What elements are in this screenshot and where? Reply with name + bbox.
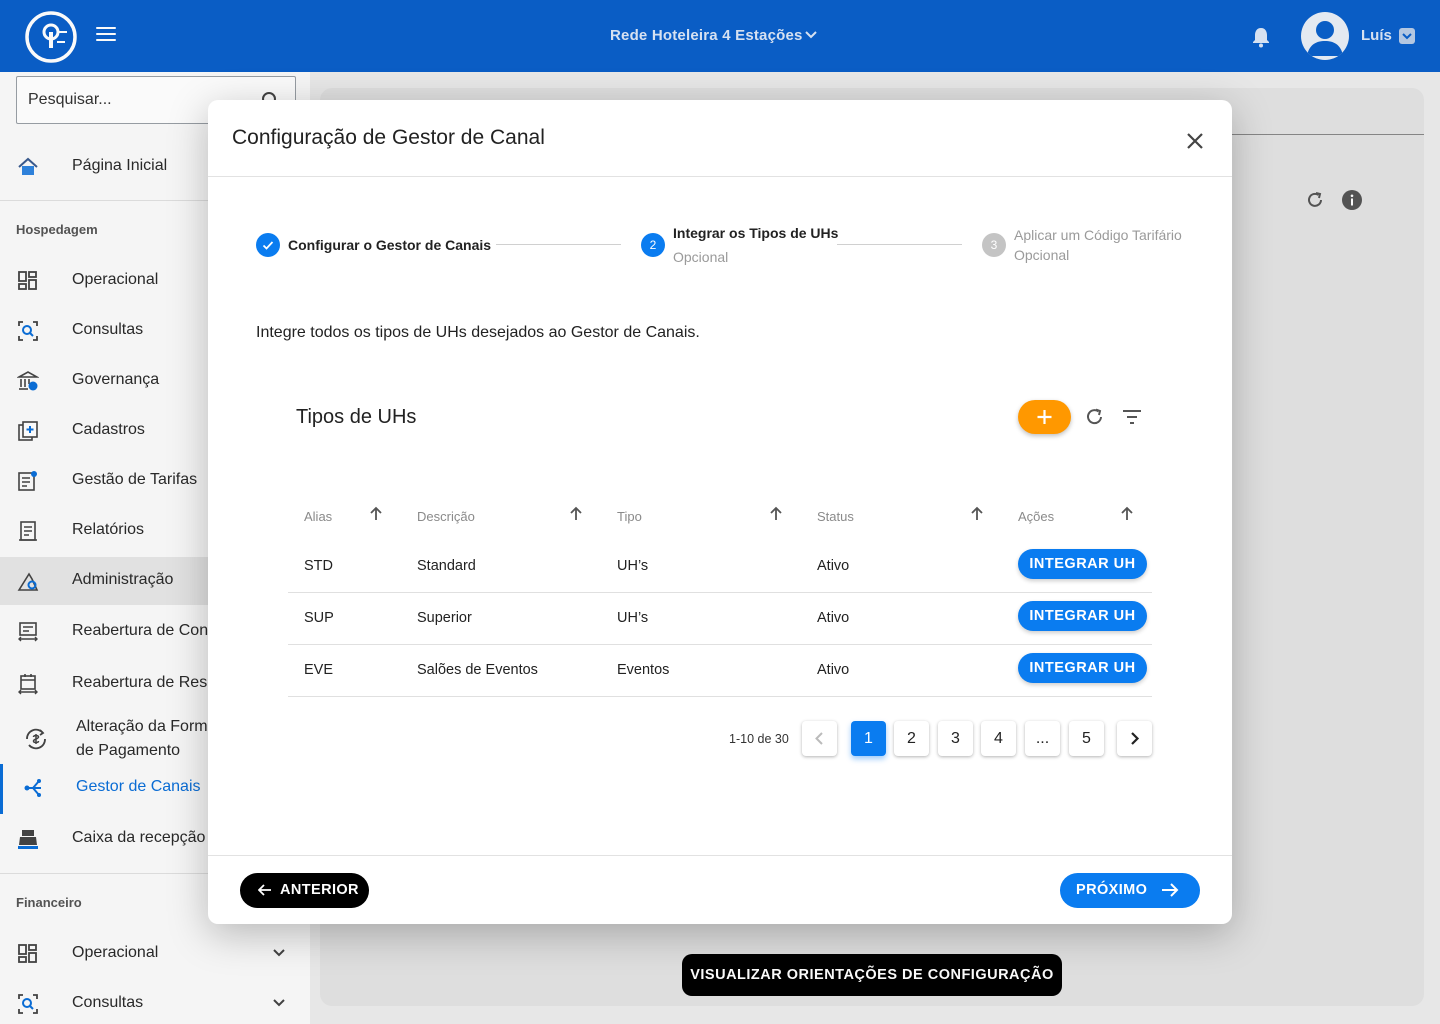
cell-alias: STD xyxy=(304,558,333,574)
previous-button[interactable]: ANTERIOR xyxy=(240,873,369,908)
pagination-next-button[interactable] xyxy=(1117,721,1152,756)
cell-tipo: UH’s xyxy=(617,558,649,574)
step-1-label: Configurar o Gestor de Canais xyxy=(288,237,492,253)
integrate-uh-button[interactable]: INTEGRAR UH xyxy=(1018,601,1147,631)
table-title: Tipos de UHs xyxy=(296,406,417,428)
cell-descricao: Standard xyxy=(417,558,476,574)
step-2-sublabel: Opcional xyxy=(673,249,729,265)
divider xyxy=(208,855,1232,856)
step-3-label: Aplicar um Código Tarifário xyxy=(1014,227,1182,243)
cell-descricao: Superior xyxy=(417,610,472,626)
table-row: EVE Salões de Eventos Eventos Ativo INTE… xyxy=(288,645,1152,697)
pagination-page-1[interactable]: 1 xyxy=(851,721,886,756)
pagination-prev-button[interactable] xyxy=(802,721,837,756)
refresh-icon[interactable] xyxy=(1084,406,1106,428)
cell-tipo: UH’s xyxy=(617,610,649,626)
divider xyxy=(208,176,1232,177)
pagination-info: 1-10 de 30 xyxy=(729,732,789,746)
dialog-title: Configuração de Gestor de Canal xyxy=(232,126,545,149)
chevron-left-icon xyxy=(815,732,823,745)
table-row: SUP Superior UH’s Ativo INTEGRAR UH xyxy=(288,593,1152,645)
cell-status: Ativo xyxy=(817,610,850,626)
plus-icon xyxy=(1037,410,1052,424)
step-2-label: Integrar os Tipos de UHs xyxy=(673,225,839,241)
intro-text: Integre todos os tipos de UHs desejados … xyxy=(256,324,700,341)
sort-arrow-icon[interactable] xyxy=(370,506,382,522)
cell-alias: SUP xyxy=(304,610,334,626)
cell-status: Ativo xyxy=(817,558,850,574)
add-button[interactable] xyxy=(1018,400,1071,434)
column-header-alias[interactable]: Alias xyxy=(304,509,332,524)
column-header-descricao[interactable]: Descrição xyxy=(417,509,475,524)
step-connector xyxy=(837,244,962,245)
cell-tipo: Eventos xyxy=(617,662,670,678)
cell-descricao: Salões de Eventos xyxy=(417,662,538,678)
integrate-uh-button[interactable]: INTEGRAR UH xyxy=(1018,549,1147,579)
next-button[interactable]: PRÓXIMO xyxy=(1060,873,1200,908)
cell-alias: EVE xyxy=(304,662,334,678)
filter-icon[interactable] xyxy=(1121,406,1143,428)
column-header-status[interactable]: Status xyxy=(817,509,854,524)
step-connector xyxy=(496,244,621,245)
column-header-acoes[interactable]: Ações xyxy=(1018,509,1054,524)
step-3-sublabel: Opcional xyxy=(1014,247,1070,263)
cell-status: Ativo xyxy=(817,662,850,678)
close-icon[interactable] xyxy=(1185,131,1205,151)
table-row: STD Standard UH’s Ativo INTEGRAR UH xyxy=(288,541,1152,593)
sort-arrow-icon[interactable] xyxy=(1121,506,1133,522)
pagination-page-5[interactable]: 5 xyxy=(1069,721,1104,756)
pagination-page-4[interactable]: 4 xyxy=(981,721,1016,756)
step-1-check-icon xyxy=(256,233,280,257)
arrow-right-icon xyxy=(1162,883,1179,897)
next-button-label: PRÓXIMO xyxy=(1076,882,1148,898)
sort-arrow-icon[interactable] xyxy=(570,506,582,522)
step-3-circle: 3 xyxy=(982,233,1006,257)
pagination-ellipsis[interactable]: ... xyxy=(1025,721,1060,756)
step-2-circle: 2 xyxy=(641,233,665,257)
arrow-left-icon xyxy=(258,884,271,896)
pagination-page-3[interactable]: 3 xyxy=(938,721,973,756)
chevron-right-icon xyxy=(1131,732,1140,745)
pagination-page-2[interactable]: 2 xyxy=(894,721,929,756)
previous-button-label: ANTERIOR xyxy=(280,882,359,898)
integrate-uh-button[interactable]: INTEGRAR UH xyxy=(1018,653,1147,683)
channel-manager-config-dialog: Configuração de Gestor de Canal Configur… xyxy=(208,100,1232,924)
sort-arrow-icon[interactable] xyxy=(971,506,983,522)
column-header-tipo[interactable]: Tipo xyxy=(617,509,642,524)
sort-arrow-icon[interactable] xyxy=(770,506,782,522)
